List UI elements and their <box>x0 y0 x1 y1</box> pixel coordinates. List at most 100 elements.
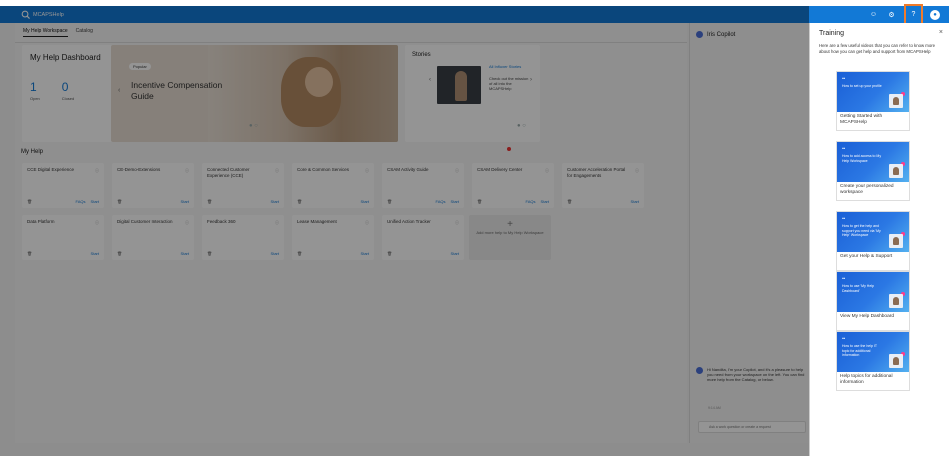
start-link[interactable]: Start <box>91 199 99 204</box>
copilot-title: Iris Copilot <box>707 31 736 38</box>
mcapshelp-logo-icon[interactable] <box>20 10 30 20</box>
help-icon: ? <box>911 11 916 18</box>
tab-my-help-workspace[interactable]: My Help Workspace <box>23 28 68 37</box>
help-tile[interactable]: CCE Digital Experience ⓘ 🗑 FAQs Start <box>22 163 104 208</box>
tile-actions: 🗑 Start <box>297 251 369 256</box>
stories-prev-icon[interactable]: ‹ <box>429 77 431 83</box>
start-link[interactable]: Start <box>541 199 549 204</box>
video-thumbnail[interactable]: ■■ How to get the help and support you ne… <box>837 212 909 252</box>
start-link[interactable]: Start <box>181 251 189 256</box>
video-label[interactable]: Create your personalized workspace <box>837 182 909 198</box>
tab-catalog[interactable]: Catalog <box>76 28 93 37</box>
video-label[interactable]: Help topics for additional information <box>837 372 909 388</box>
start-link[interactable]: Start <box>451 251 459 256</box>
info-icon[interactable]: ⓘ <box>365 220 369 226</box>
start-link[interactable]: Start <box>451 199 459 204</box>
copilot-input[interactable]: Ask a work question or create a request <box>698 421 806 433</box>
delete-icon[interactable]: 🗑 <box>477 199 482 204</box>
thumbnail-person-icon <box>889 234 903 248</box>
video-label[interactable]: View My Help Dashboard <box>837 312 909 322</box>
start-link[interactable]: Start <box>271 199 279 204</box>
info-icon[interactable]: ⓘ <box>275 220 279 226</box>
thumbnail-text: How to add access to My Help Workspace <box>842 154 882 163</box>
info-icon[interactable]: ⓘ <box>545 168 549 174</box>
open-label: Open <box>30 96 40 101</box>
delete-icon[interactable]: 🗑 <box>27 199 32 204</box>
stories-link[interactable]: All Influxer Stories <box>489 64 521 69</box>
start-link[interactable]: Start <box>631 199 639 204</box>
top-app-bar: MCAPSHelp ☺ ⚙ ? ● <box>0 4 949 25</box>
tile-name: Core & Common Services <box>297 167 350 172</box>
help-tile[interactable]: CSAM Activity Guide ⓘ 🗑 FAQs Start <box>382 163 464 208</box>
smiley-icon[interactable]: ☺ <box>868 9 879 20</box>
video-thumbnail[interactable]: ■■ How to set up your profile <box>837 72 909 112</box>
app-title[interactable]: MCAPSHelp <box>33 12 64 18</box>
training-video-card[interactable]: ■■ How to get the help and support you ne… <box>836 211 910 271</box>
carousel-prev-icon[interactable]: ‹ <box>118 87 120 94</box>
info-icon[interactable]: ⓘ <box>185 220 189 226</box>
delete-icon[interactable]: 🗑 <box>117 199 122 204</box>
user-avatar[interactable]: ● <box>930 9 940 20</box>
start-link[interactable]: Start <box>91 251 99 256</box>
training-video-card[interactable]: ■■ How to use 'My Help Dashboard' View My … <box>836 271 910 331</box>
delete-icon[interactable]: 🗑 <box>387 199 392 204</box>
help-tile[interactable]: Unified Action Tracker ⓘ 🗑 Start <box>382 215 464 260</box>
start-link[interactable]: Start <box>361 251 369 256</box>
delete-icon[interactable]: 🗑 <box>567 199 572 204</box>
start-link[interactable]: Start <box>271 251 279 256</box>
open-count-block[interactable]: 1 Open <box>30 80 40 101</box>
delete-icon[interactable]: 🗑 <box>27 251 32 256</box>
stories-pager-dots[interactable]: ● ○ <box>517 123 526 129</box>
delete-icon[interactable]: 🗑 <box>297 199 302 204</box>
video-label[interactable]: Getting Started with MCAPSHelp <box>837 112 909 128</box>
tile-actions: 🗑 Start <box>117 199 189 204</box>
dashboard-title: My Help Dashboard <box>30 53 101 62</box>
delete-icon[interactable]: 🗑 <box>297 251 302 256</box>
delete-icon[interactable]: 🗑 <box>117 251 122 256</box>
video-thumbnail[interactable]: ■■ How to add access to My Help Workspace <box>837 142 909 182</box>
info-icon[interactable]: ⓘ <box>275 168 279 174</box>
video-thumbnail[interactable]: ■■ How to use the help IT topic for addit… <box>837 332 909 372</box>
help-tile[interactable]: Core & Common Services ⓘ 🗑 Start <box>292 163 374 208</box>
delete-icon[interactable]: 🗑 <box>207 199 212 204</box>
faq-link[interactable]: FAQs <box>436 199 446 204</box>
info-icon[interactable]: ⓘ <box>365 168 369 174</box>
tile-name: Unified Action Tracker <box>387 219 431 224</box>
closed-count-block[interactable]: 0 Closed <box>62 80 74 101</box>
help-tile[interactable]: Digital Customer Interaction ⓘ 🗑 Start <box>112 215 194 260</box>
stories-next-icon[interactable]: › <box>530 77 532 83</box>
video-label[interactable]: Get your Help & Support <box>837 252 909 262</box>
info-icon[interactable]: ⓘ <box>635 168 639 174</box>
add-help-tile[interactable]: + Add more help to My Help Workspace <box>469 215 551 260</box>
training-video-card[interactable]: ■■ How to set up your profile Getting Star… <box>836 71 910 131</box>
help-tile[interactable]: Data Platform ⓘ 🗑 Start <box>22 215 104 260</box>
my-help-dashboard-card[interactable]: My Help Dashboard 1 Open 0 Closed <box>22 45 114 142</box>
info-icon[interactable]: ⓘ <box>455 168 459 174</box>
start-link[interactable]: Start <box>361 199 369 204</box>
info-icon[interactable]: ⓘ <box>455 220 459 226</box>
tile-name: CSAM Delivery Center <box>477 167 523 172</box>
faq-link[interactable]: FAQs <box>76 199 86 204</box>
training-title: Training <box>819 30 845 37</box>
faq-link[interactable]: FAQs <box>526 199 536 204</box>
help-tile[interactable]: Lease Management ⓘ 🗑 Start <box>292 215 374 260</box>
settings-icon[interactable]: ⚙ <box>886 9 897 20</box>
help-tile[interactable]: CE-Demo-Extensions ⓘ 🗑 Start <box>112 163 194 208</box>
info-icon[interactable]: ⓘ <box>185 168 189 174</box>
tile-actions: 🗑 Start <box>567 199 639 204</box>
help-button[interactable]: ? <box>904 4 923 25</box>
close-icon[interactable]: × <box>939 29 943 36</box>
help-tile[interactable]: CSAM Delivery Center ⓘ 🗑 FAQs Start <box>472 163 554 208</box>
promo-pager-dots[interactable]: ● ○ <box>249 123 258 129</box>
help-tile[interactable]: Customer Acceleration Portal for Engagem… <box>562 163 644 208</box>
delete-icon[interactable]: 🗑 <box>207 251 212 256</box>
delete-icon[interactable]: 🗑 <box>387 251 392 256</box>
start-link[interactable]: Start <box>181 199 189 204</box>
training-video-card[interactable]: ■■ How to add access to My Help Workspace… <box>836 141 910 201</box>
help-tile[interactable]: Connected Customer Experience (CCE) ⓘ 🗑 Sta… <box>202 163 284 208</box>
video-thumbnail[interactable]: ■■ How to use 'My Help Dashboard' <box>837 272 909 312</box>
help-tile[interactable]: Feedback 360 ⓘ 🗑 Start <box>202 215 284 260</box>
training-video-card[interactable]: ■■ How to use the help IT topic for addit… <box>836 331 910 391</box>
info-icon[interactable]: ⓘ <box>95 168 99 174</box>
info-icon[interactable]: ⓘ <box>95 220 99 226</box>
